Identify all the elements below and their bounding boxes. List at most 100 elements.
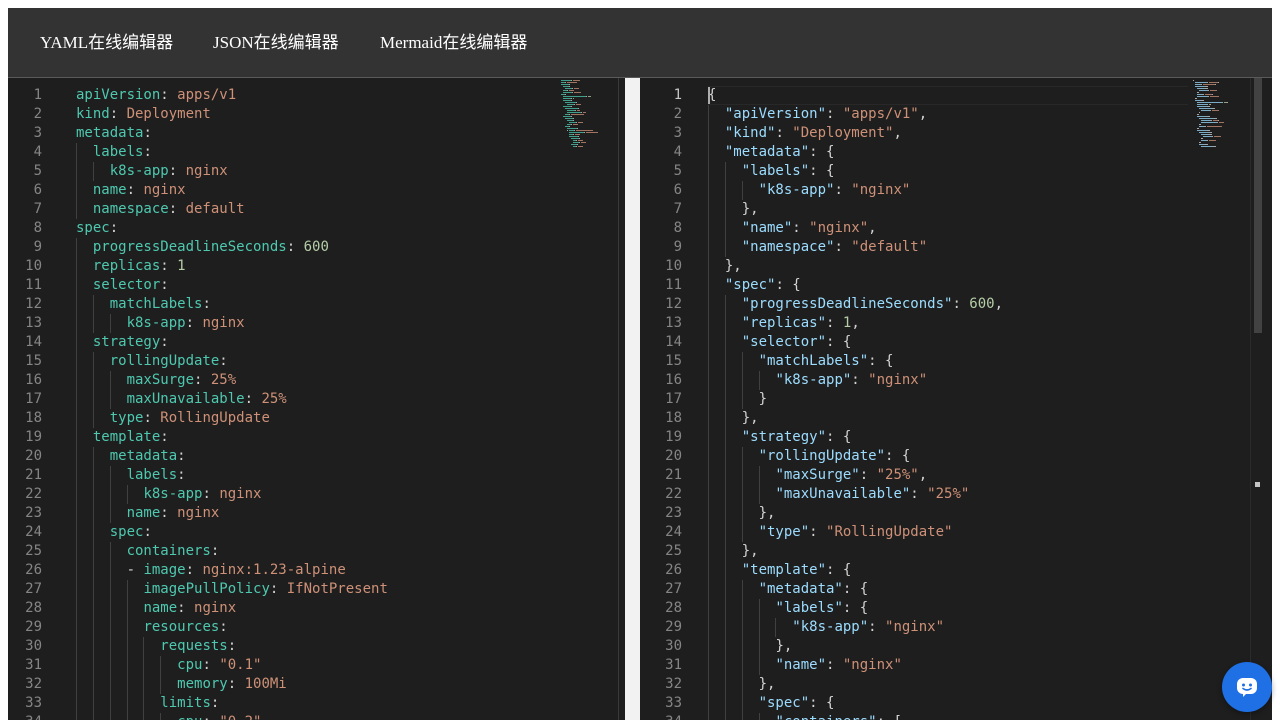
code-line[interactable]: 24 "type": "RollingUpdate" bbox=[640, 523, 1190, 542]
code-line[interactable]: 20 metadata: bbox=[8, 447, 558, 466]
code-token: "25%" bbox=[876, 467, 919, 483]
code-line[interactable]: 33 limits: bbox=[8, 694, 558, 713]
nav-mermaid-editor[interactable]: Mermaid在线编辑器 bbox=[380, 32, 527, 54]
code-line[interactable]: 3 metadata: bbox=[8, 124, 558, 143]
code-line[interactable]: 34 cpu: "0.2" bbox=[8, 713, 558, 720]
nav-json-editor[interactable]: JSON在线编辑器 bbox=[213, 32, 339, 54]
json-scrollbar-marker bbox=[1255, 482, 1260, 487]
code-line[interactable]: 27 "metadata": { bbox=[640, 580, 1190, 599]
code-line[interactable]: 14 "selector": { bbox=[640, 333, 1190, 352]
yaml-code-editor[interactable]: 1 apiVersion: apps/v1 2 kind: Deployment 3 me… bbox=[8, 78, 625, 720]
code-line[interactable]: 20 "rollingUpdate": { bbox=[640, 447, 1190, 466]
json-vertical-scrollbar[interactable] bbox=[1250, 78, 1265, 720]
nav-yaml-editor[interactable]: YAML在线编辑器 bbox=[40, 32, 173, 54]
code-line[interactable]: 8 spec: bbox=[8, 219, 558, 238]
code-line[interactable]: 23}, bbox=[640, 504, 1190, 523]
code-token: , bbox=[893, 125, 902, 141]
code-line[interactable]: 14 strategy: bbox=[8, 333, 558, 352]
code-token: : { bbox=[842, 581, 869, 597]
minimap-line bbox=[574, 104, 575, 105]
indent-guide bbox=[126, 637, 128, 656]
code-line[interactable]: 8 "name": "nginx", bbox=[640, 219, 1190, 238]
code-line[interactable]: 13 k8s-app: nginx bbox=[8, 314, 558, 333]
code-line[interactable]: 27 imagePullPolicy: IfNotPresent bbox=[8, 580, 558, 599]
code-line[interactable]: 9 "namespace": "default" bbox=[640, 238, 1190, 257]
code-line[interactable]: 26 "template": { bbox=[640, 561, 1190, 580]
code-token: "name" bbox=[741, 220, 793, 236]
code-line[interactable]: 30 requests: bbox=[8, 637, 558, 656]
indent-guide bbox=[708, 428, 709, 447]
json-code-editor[interactable]: 1{2 "apiVersion": "apps/v1", 3 "kind": "Dep… bbox=[640, 78, 1272, 720]
code-line[interactable]: 33 "spec": { bbox=[640, 694, 1190, 713]
code-line[interactable]: 17} bbox=[640, 390, 1190, 409]
code-token: memory bbox=[177, 676, 228, 692]
code-line[interactable]: 34 "containers": [ bbox=[640, 713, 1190, 720]
code-line[interactable]: 1{ bbox=[640, 86, 1190, 105]
code-line[interactable]: 25}, bbox=[640, 542, 1190, 561]
code-line[interactable]: 31 cpu: "0.1" bbox=[8, 656, 558, 675]
code-line[interactable]: 1 apiVersion: apps/v1 bbox=[8, 86, 558, 105]
chat-support-button[interactable] bbox=[1222, 662, 1272, 712]
code-line[interactable]: 28 "labels": { bbox=[640, 599, 1190, 618]
split-divider[interactable] bbox=[625, 78, 640, 720]
code-line[interactable]: 22 k8s-app: nginx bbox=[8, 485, 558, 504]
code-token: : bbox=[952, 296, 970, 312]
code-line[interactable]: 21 "maxSurge": "25%", bbox=[640, 466, 1190, 485]
code-line[interactable]: 2 kind: Deployment bbox=[8, 105, 558, 124]
indent-guide bbox=[76, 257, 77, 276]
code-line[interactable]: 32}, bbox=[640, 675, 1190, 694]
code-line[interactable]: 16 maxSurge: 25% bbox=[8, 371, 558, 390]
code-line[interactable]: 3 "kind": "Deployment", bbox=[640, 124, 1190, 143]
code-line[interactable]: 19 "strategy": { bbox=[640, 428, 1190, 447]
code-token: "nginx" bbox=[851, 182, 911, 198]
code-token: : bbox=[834, 182, 852, 198]
line-number: 28 bbox=[665, 600, 682, 616]
code-line[interactable]: 11 "spec": { bbox=[640, 276, 1190, 295]
code-line[interactable]: 32 memory: 100Mi bbox=[8, 675, 558, 694]
code-line[interactable]: 31 "name": "nginx" bbox=[640, 656, 1190, 675]
code-line[interactable]: 16 "k8s-app": "nginx" bbox=[640, 371, 1190, 390]
code-line[interactable]: 26 - image: nginx:1.23-alpine bbox=[8, 561, 558, 580]
code-line[interactable]: 6 "k8s-app": "nginx" bbox=[640, 181, 1190, 200]
code-line[interactable]: 12 matchLabels: bbox=[8, 295, 558, 314]
code-line[interactable]: 25 containers: bbox=[8, 542, 558, 561]
code-token: "nginx" bbox=[868, 372, 928, 388]
code-line[interactable]: 6 name: nginx bbox=[8, 181, 558, 200]
json-scrollbar-thumb[interactable] bbox=[1254, 78, 1262, 333]
code-line[interactable]: 29 resources: bbox=[8, 618, 558, 637]
code-line[interactable]: 12 "progressDeadlineSeconds": 600, bbox=[640, 295, 1190, 314]
code-token: : { bbox=[809, 695, 835, 711]
code-line[interactable]: 7}, bbox=[640, 200, 1190, 219]
code-token: type bbox=[109, 410, 144, 426]
indent-guide bbox=[76, 618, 77, 637]
code-line[interactable]: 5 k8s-app: nginx bbox=[8, 162, 558, 181]
indent-guide bbox=[708, 409, 709, 428]
code-line[interactable]: 23 name: nginx bbox=[8, 504, 558, 523]
code-line[interactable]: 11 selector: bbox=[8, 276, 558, 295]
code-line[interactable]: 4 "metadata": { bbox=[640, 143, 1190, 162]
code-line[interactable]: 18}, bbox=[640, 409, 1190, 428]
code-line[interactable]: 15 rollingUpdate: bbox=[8, 352, 558, 371]
code-line[interactable]: 15 "matchLabels": { bbox=[640, 352, 1190, 371]
code-line[interactable]: 18 type: RollingUpdate bbox=[8, 409, 558, 428]
code-line[interactable]: 24 spec: bbox=[8, 523, 558, 542]
code-line[interactable]: 28 name: nginx bbox=[8, 599, 558, 618]
code-line[interactable]: 17 maxUnavailable: 25% bbox=[8, 390, 558, 409]
code-line[interactable]: 29 "k8s-app": "nginx" bbox=[640, 618, 1190, 637]
code-line[interactable]: 10}, bbox=[640, 257, 1190, 276]
code-line[interactable]: 22 "maxUnavailable": "25%" bbox=[640, 485, 1190, 504]
code-line[interactable]: 10 replicas: 1 bbox=[8, 257, 558, 276]
indent-guide bbox=[758, 485, 760, 504]
code-line[interactable]: 5 "labels": { bbox=[640, 162, 1190, 181]
code-line[interactable]: 9 progressDeadlineSeconds: 600 bbox=[8, 238, 558, 257]
code-line[interactable]: 30}, bbox=[640, 637, 1190, 656]
code-line[interactable]: 4 labels: bbox=[8, 143, 558, 162]
line-number: 15 bbox=[665, 353, 682, 369]
code-line[interactable]: 7 namespace: default bbox=[8, 200, 558, 219]
code-line[interactable]: 13 "replicas": 1, bbox=[640, 314, 1190, 333]
code-line[interactable]: 21 labels: bbox=[8, 466, 558, 485]
code-line[interactable]: 2 "apiVersion": "apps/v1", bbox=[640, 105, 1190, 124]
minimap-line bbox=[1210, 110, 1211, 111]
code-line[interactable]: 19 template: bbox=[8, 428, 558, 447]
minimap-line bbox=[1199, 124, 1201, 125]
